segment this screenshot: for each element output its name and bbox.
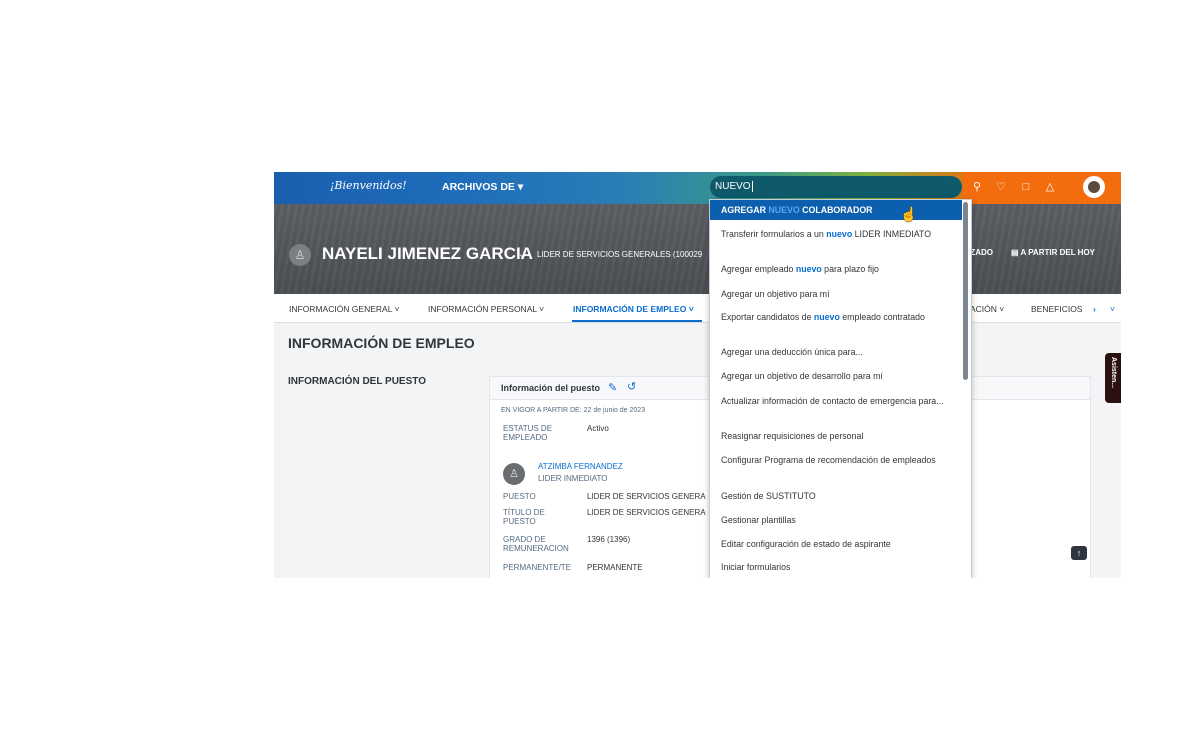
subsection-title: INFORMACIÓN DEL PUESTO [288, 376, 426, 387]
tab-compensacion[interactable]: ACIÓN ˅ [970, 304, 1004, 314]
assistant-tab-label: Asisten... [1110, 357, 1117, 389]
tab-informacion-personal[interactable]: INFORMACIÓN PERSONAL ˅ [428, 304, 544, 314]
page-title: INFORMACIÓN DE EMPLEO [288, 335, 475, 351]
company-logo[interactable]: ¡Bienvenidos! [330, 179, 407, 192]
person-icon: ♙ [289, 244, 311, 266]
suggestion-text: Transferir formularios a un [721, 229, 827, 239]
suggestion-text: Reasignar requisiciones de personal [721, 431, 864, 441]
suggestion-text: Editar configuración de estado de aspira… [721, 539, 891, 549]
active-tab-indicator [572, 320, 702, 322]
suggestion-text: Agregar un objetivo para mí [721, 289, 830, 299]
history-icon[interactable]: ↺ [627, 380, 636, 393]
suggestion-item[interactable]: Transferir formularios a un nuevo LIDER … [710, 228, 962, 240]
suggestion-text: Configurar Programa de recomendación de … [721, 455, 936, 465]
suggestion-item[interactable]: Agregar un objetivo para mí [710, 288, 962, 300]
suggestion-text: Agregar empleado [721, 264, 796, 274]
suggestion-item[interactable]: Configurar Programa de recomendación de … [710, 454, 962, 466]
suggestion-item[interactable]: Gestión de SUSTITUTO [710, 490, 962, 502]
as-of-today-button[interactable]: ▤ A PARTIR DEL HOY [1011, 248, 1095, 257]
permanente-label: PERMANENTE/TE [503, 563, 572, 572]
suggestion-text: Agregar un objetivo de desarrollo para m… [721, 371, 883, 381]
suggestion-text: Agregar una deducción única para... [721, 347, 863, 357]
suggestion-text: empleado contratado [839, 312, 925, 322]
puesto-label: PUESTO [503, 492, 536, 501]
dropdown-scrollbar[interactable] [963, 202, 968, 380]
reading-icon[interactable]: □ [1019, 180, 1033, 194]
suggestion-item[interactable]: Editar configuración de estado de aspira… [710, 538, 962, 550]
suggestion-keyword: nuevo [795, 264, 822, 274]
chevron-down-icon[interactable]: ˅ [1110, 304, 1115, 314]
employee-name[interactable]: NAYELI JIMENEZ GARCIA [322, 244, 533, 264]
suggestion-item[interactable]: Actualizar información de contacto de em… [710, 395, 962, 407]
profile-header: ♙ NAYELI JIMENEZ GARCIA ⌄ LIDER DE SERVI… [274, 204, 1121, 294]
manager-role: LIDER INMEDIATO [538, 474, 608, 483]
suggestion-keyword: nuevo [826, 229, 853, 239]
status-value: Activo [587, 424, 609, 433]
suggestion-item[interactable]: Exportar candidatos de nuevo empleado co… [710, 311, 962, 323]
suggestion-item[interactable]: Gestionar plantillas [710, 514, 962, 526]
titulo-value: LIDER DE SERVICIOS GENERA [587, 508, 706, 517]
suggestion-text: Iniciar formularios [721, 562, 791, 572]
user-avatar[interactable] [1083, 176, 1105, 198]
permanente-value: PERMANENTE [587, 563, 643, 572]
suggestion-text: Exportar candidatos de [721, 312, 814, 322]
search-icon[interactable]: ⚲ [970, 180, 984, 194]
manager-name-link[interactable]: ATZIMBA FERNANDEZ [538, 462, 623, 471]
chevron-down-icon[interactable]: ⌄ [518, 249, 526, 260]
hand-cursor-icon: ☝ [900, 206, 918, 222]
search-input[interactable]: NUEVO [710, 176, 962, 198]
suggestion-item[interactable]: Agregar un objetivo de desarrollo para m… [710, 370, 962, 382]
suggestion-keyword: nuevo [813, 312, 840, 322]
suggestion-text: COLABORADOR [799, 205, 873, 215]
titulo-label: TÍTULO DE PUESTO [503, 508, 545, 526]
suggestion-item[interactable]: Agregar una deducción única para... [710, 346, 962, 358]
suggestion-item-highlighted[interactable]: AGREGAR NUEVO COLABORADOR [710, 200, 962, 220]
suggestion-item[interactable]: Reasignar requisiciones de personal [710, 430, 962, 442]
text-caret [751, 180, 753, 192]
grado-value: 1396 (1396) [587, 535, 631, 544]
suggestion-text: AGREGAR [721, 205, 769, 215]
edit-icon[interactable]: ✎ [608, 381, 617, 394]
chevron-right-icon[interactable]: › [1093, 304, 1096, 314]
suggestion-text: LIDER INMEDIATO [852, 229, 932, 239]
suggestion-text: para plazo fijo [821, 264, 879, 274]
suggestion-text: Gestión de SUSTITUTO [721, 491, 816, 501]
avatar: ♙ [503, 463, 525, 485]
search-suggestions-dropdown: AGREGAR NUEVO COLABORADOR ☝ Transferir f… [709, 199, 972, 578]
employee-title: LIDER DE SERVICIOS GENERALES (100029 [537, 250, 703, 259]
tab-informacion-general[interactable]: INFORMACIÓN GENERAL ˅ [289, 304, 399, 314]
effective-date: EN VIGOR A PARTIR DE: 22 de junio de 202… [501, 407, 646, 414]
feedback-icon[interactable]: ♡ [994, 180, 1008, 194]
suggestion-keyword: NUEVO [768, 205, 800, 215]
suggestion-text: Actualizar información de contacto de em… [721, 396, 944, 406]
card-title: Información del puesto [501, 383, 601, 393]
as-of-today-label: A PARTIR DEL HOY [1020, 248, 1096, 257]
tab-beneficios[interactable]: BENEFICIOS [1031, 304, 1082, 314]
notifications-icon[interactable]: △ [1043, 180, 1057, 194]
shell-bar: ¡Bienvenidos! ARCHIVOS DE ▾ NUEVO ⚲ ♡ □ … [274, 172, 1121, 204]
app-window: ¡Bienvenidos! ARCHIVOS DE ▾ NUEVO ⚲ ♡ □ … [274, 172, 1121, 578]
archivos-de-menu[interactable]: ARCHIVOS DE ▾ [442, 181, 523, 193]
suggestion-text: Gestionar plantillas [721, 515, 796, 525]
suggestion-item[interactable]: Iniciar formularios [710, 561, 962, 573]
suggestion-item[interactable]: Agregar empleado nuevo para plazo fijo [710, 263, 962, 275]
search-input-value: NUEVO [715, 181, 751, 192]
scroll-to-top-button[interactable]: ↑ [1071, 546, 1087, 560]
tab-informacion-empleo[interactable]: INFORMACIÓN DE EMPLEO ˅ [573, 304, 694, 314]
grado-label: GRADO DE REMUNERACION [503, 535, 569, 553]
status-label: ESTATUS DE EMPLEADO [503, 424, 553, 442]
assistant-tab[interactable]: Asisten... [1105, 353, 1121, 403]
section-tabs: INFORMACIÓN GENERAL ˅ INFORMACIÓN PERSON… [274, 294, 1121, 323]
puesto-value: LIDER DE SERVICIOS GENERA [587, 492, 706, 501]
